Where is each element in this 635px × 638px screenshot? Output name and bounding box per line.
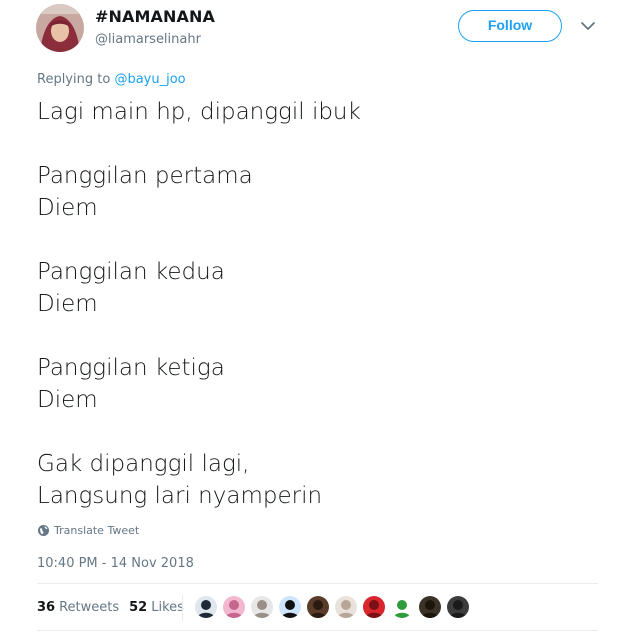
liker-avatar[interactable] [251,596,273,618]
tweet-line: Panggilan ketiga [37,355,225,381]
tweet-timestamp[interactable]: 10:40 PM - 14 Nov 2018 [37,556,194,571]
tweet-line: Diem [37,387,98,413]
reply-mention-link[interactable]: @bayu_joo [114,72,185,87]
translate-tweet-link[interactable]: Translate Tweet [38,524,139,537]
divider-top [37,583,598,584]
liker-avatar[interactable] [419,596,441,618]
retweets-stat[interactable]: 36 Retweets [37,600,119,615]
retweets-label: Retweets [59,600,120,615]
follow-button[interactable]: Follow [458,10,562,42]
liker-avatar[interactable] [279,596,301,618]
stats-separator [182,595,183,621]
tweet-line: Lagi main hp, dipanggil ibuk [37,99,361,125]
tweet-line: Diem [37,291,98,317]
likes-stat[interactable]: 52 Likes [129,600,184,615]
translate-label: Translate Tweet [54,524,140,537]
replying-prefix: Replying to [37,72,115,87]
liker-avatar[interactable] [307,596,329,618]
liker-avatars [195,596,475,618]
user-handle[interactable]: @liamarselinahr [95,32,201,47]
tweet-stats: 36 Retweets 52 Likes [37,600,194,615]
tweet-line: Panggilan kedua [37,259,225,285]
liker-avatar[interactable] [223,596,245,618]
display-name[interactable]: #NAMANANA [95,7,215,26]
liker-avatar[interactable] [391,596,413,618]
tweet-line: Gak dipanggil lagi, [37,451,250,477]
tweet-line: Panggilan pertama [37,163,253,189]
liker-avatar[interactable] [335,596,357,618]
globe-icon [38,525,49,536]
retweets-count: 36 [37,600,56,615]
likes-label: Likes [151,600,184,615]
divider-bottom [37,630,598,631]
liker-avatar[interactable] [195,596,217,618]
likes-count: 52 [129,600,148,615]
tweet-line: Diem [37,195,98,221]
avatar[interactable] [36,4,84,52]
chevron-down-icon[interactable] [578,18,598,34]
replying-to: Replying to @bayu_joo [37,72,186,87]
liker-avatar[interactable] [363,596,385,618]
tweet-line: Langsung lari nyamperin [37,483,323,509]
liker-avatar[interactable] [447,596,469,618]
tweet-text: Lagi main hp, dipanggil ibuk Panggilan pe… [37,96,361,512]
